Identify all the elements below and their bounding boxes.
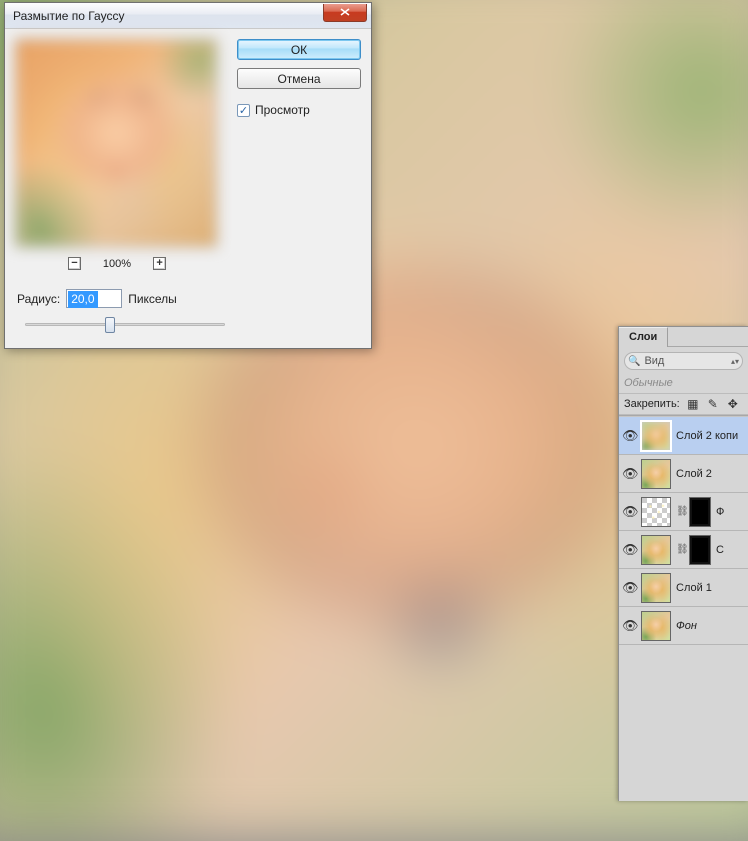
layer-thumbnail[interactable]: [641, 421, 671, 451]
layer-name[interactable]: Слой 2 копи: [676, 430, 738, 442]
visibility-toggle[interactable]: 👁: [622, 580, 636, 596]
chevron-updown-icon: ▴▾: [731, 357, 739, 366]
layer-row[interactable]: 👁 Слой 1: [619, 569, 748, 607]
layer-thumbnail[interactable]: [641, 573, 671, 603]
blend-mode-select[interactable]: Обычные: [619, 373, 748, 393]
layer-name[interactable]: Слой 1: [676, 582, 712, 594]
eye-icon: 👁: [622, 618, 639, 633]
visibility-toggle[interactable]: 👁: [622, 618, 636, 634]
layer-name[interactable]: С: [716, 544, 724, 556]
layer-thumbnail[interactable]: [641, 611, 671, 641]
layer-name[interactable]: Фон: [676, 620, 697, 632]
layer-thumbnail[interactable]: [641, 459, 671, 489]
visibility-toggle[interactable]: 👁: [622, 466, 636, 482]
close-icon: [340, 8, 350, 16]
link-icon[interactable]: ⛓: [676, 544, 684, 555]
eye-icon: 👁: [622, 428, 639, 443]
zoom-level: 100%: [103, 258, 131, 270]
lock-move-icon[interactable]: ✥: [726, 397, 740, 411]
layer-row[interactable]: 👁 ⛓ Ф: [619, 493, 748, 531]
layer-list: 👁 Слой 2 копи 👁 Слой 2 👁 ⛓ Ф 👁 ⛓ С 👁 Слой 1 👁 Фон: [619, 415, 748, 645]
search-icon: 🔍: [628, 356, 640, 367]
layer-thumbnail[interactable]: [641, 535, 671, 565]
layers-panel: Слои 🔍 Вид ▴▾ Обычные Закрепить: ▦ ✎ ✥ 👁…: [618, 326, 748, 801]
blur-preview[interactable]: [15, 39, 217, 247]
eye-icon: 👁: [622, 504, 639, 519]
radius-input[interactable]: 20,0: [66, 289, 122, 308]
layer-mask-thumbnail[interactable]: [689, 497, 711, 527]
lock-toolbar: Закрепить: ▦ ✎ ✥: [619, 393, 748, 415]
visibility-toggle[interactable]: 👁: [622, 428, 636, 444]
zoom-out-button[interactable]: −: [68, 257, 81, 270]
visibility-toggle[interactable]: 👁: [622, 542, 636, 558]
eye-icon: 👁: [622, 466, 639, 481]
eye-icon: 👁: [622, 542, 639, 557]
eye-icon: 👁: [622, 580, 639, 595]
layer-row[interactable]: 👁 Фон: [619, 607, 748, 645]
radius-slider[interactable]: [25, 316, 225, 332]
ok-button[interactable]: ОК: [237, 39, 361, 60]
gaussian-blur-dialog: Размытие по Гауссу − 100% + ОК Отмена: [4, 2, 372, 349]
close-button[interactable]: [323, 4, 367, 22]
tab-layers[interactable]: Слои: [619, 327, 668, 347]
radius-unit: Пикселы: [128, 292, 177, 306]
layer-thumbnail[interactable]: [641, 497, 671, 527]
link-icon[interactable]: ⛓: [676, 506, 684, 517]
lock-transparency-icon[interactable]: ▦: [686, 397, 700, 411]
layer-mask-thumbnail[interactable]: [689, 535, 711, 565]
layer-name[interactable]: Слой 2: [676, 468, 712, 480]
layer-row[interactable]: 👁 Слой 2: [619, 455, 748, 493]
layer-row[interactable]: 👁 ⛓ С: [619, 531, 748, 569]
layer-filter-select[interactable]: 🔍 Вид ▴▾: [624, 352, 743, 370]
radius-label: Радиус:: [17, 292, 60, 306]
layer-row[interactable]: 👁 Слой 2 копи: [619, 417, 748, 455]
preview-checkbox-label: Просмотр: [255, 103, 310, 117]
lock-brush-icon[interactable]: ✎: [706, 397, 720, 411]
layer-name[interactable]: Ф: [716, 506, 724, 518]
dialog-titlebar[interactable]: Размытие по Гауссу: [5, 3, 371, 29]
cancel-button[interactable]: Отмена: [237, 68, 361, 89]
preview-checkbox[interactable]: ✓: [237, 104, 250, 117]
check-icon: ✓: [239, 104, 248, 117]
dialog-title: Размытие по Гауссу: [13, 9, 323, 23]
zoom-in-button[interactable]: +: [153, 257, 166, 270]
visibility-toggle[interactable]: 👁: [622, 504, 636, 520]
slider-thumb[interactable]: [105, 317, 115, 333]
